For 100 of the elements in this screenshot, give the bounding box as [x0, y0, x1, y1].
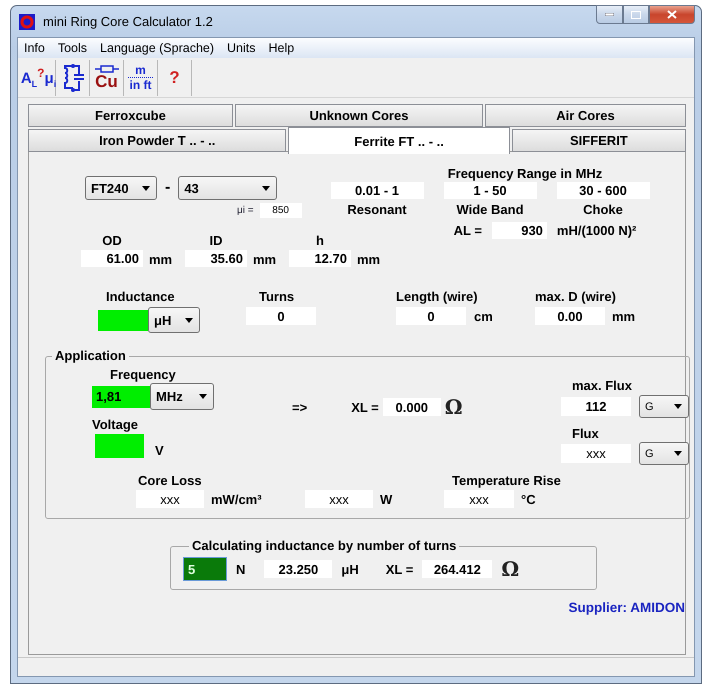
unit-label: μH	[341, 562, 359, 576]
inductance-field[interactable]	[98, 310, 148, 330]
frequency-range-field: 0.01 - 1	[330, 182, 424, 199]
wire-length-field: 0	[396, 307, 466, 325]
unit-label: W	[380, 492, 392, 506]
caret-icon	[674, 404, 682, 409]
close-icon	[667, 10, 677, 19]
wire-length-label: Length (wire)	[396, 289, 478, 304]
al-mu-tool-button[interactable]: A$_{L}$$^{?}$μ$_{i}$	[22, 60, 56, 96]
minimize-icon	[605, 13, 614, 16]
frequency-range-field: 1 - 50	[444, 182, 536, 199]
mu-value-field: 850	[260, 203, 302, 218]
dimension-label: ID	[210, 233, 222, 248]
unit-label: mm	[149, 252, 172, 267]
resistor-icon	[94, 65, 118, 73]
dotted-line-icon	[128, 76, 154, 79]
close-button[interactable]	[649, 5, 695, 24]
material-dropdown[interactable]: 43	[178, 176, 278, 200]
unit-label: V	[155, 443, 164, 458]
dimension-field: 61.00	[81, 250, 143, 267]
frequency-unit-dropdown[interactable]: MHz	[150, 383, 214, 410]
xl-result-field: 264.412	[422, 560, 492, 578]
temperature-rise-label: Temperature Rise	[452, 473, 561, 488]
tab[interactable]: Ferroxcube	[28, 104, 233, 127]
caret-icon	[142, 186, 150, 190]
al-label: AL =	[454, 223, 482, 238]
max-flux-label: max. Flux	[572, 378, 632, 393]
menu-item[interactable]: Tools	[58, 41, 88, 55]
turns-label: Turns	[259, 289, 294, 304]
wire-diameter-label: max. D (wire)	[535, 289, 616, 304]
unit-label: cm	[474, 308, 493, 324]
turns-calculation-title: Calculating inductance by number of turns	[192, 538, 456, 553]
flux-unit-dropdown[interactable]: G	[639, 395, 689, 418]
ohm-symbol: Ω	[501, 559, 520, 579]
frequency-label: Frequency	[110, 367, 176, 382]
frequency-range-title: Frequency Range in MHz	[448, 166, 602, 181]
menu-item[interactable]: Language (Sprache)	[100, 41, 214, 55]
help-button[interactable]: ?	[158, 60, 192, 96]
turns-field: 0	[246, 307, 316, 325]
caret-icon	[262, 186, 270, 190]
arrow-text: =>	[292, 400, 308, 414]
copper-wire-tool-button[interactable]: Cu	[90, 60, 124, 96]
maximize-button[interactable]	[623, 5, 649, 24]
turns-unit-label: N	[236, 562, 246, 576]
window-title: mini Ring Core Calculator 1.2	[43, 14, 213, 29]
dimension-label: OD	[102, 233, 122, 248]
xl-label: XL =	[351, 400, 379, 414]
xl-label: XL =	[386, 562, 414, 576]
caret-icon	[674, 451, 682, 456]
tab[interactable]: Iron Powder T .. - ..	[28, 129, 286, 152]
flux-field: xxx	[561, 444, 631, 463]
unit-conversion-button[interactable]: m in ft	[124, 60, 158, 96]
caret-icon	[199, 394, 207, 399]
temperature-field: xxx	[444, 490, 514, 508]
inductance-label: Inductance	[106, 289, 175, 304]
tab[interactable]: Air Cores	[485, 104, 686, 127]
band-label: Resonant	[347, 202, 407, 217]
tab[interactable]: Unknown Cores	[234, 104, 484, 127]
band-label: Wide Band	[456, 202, 524, 217]
core-loss-field: xxx	[305, 490, 373, 508]
band-label: Choke	[583, 202, 623, 217]
turns-input-field[interactable]: 5	[183, 557, 227, 581]
voltage-field[interactable]	[95, 434, 144, 458]
frequency-range-field: 30 - 600	[556, 182, 650, 199]
caret-icon	[185, 318, 193, 322]
voltage-label: Voltage	[92, 417, 138, 432]
application-title: Application	[55, 348, 126, 363]
max-flux-field: 112	[561, 397, 631, 416]
unit-label: mW/cm³	[211, 492, 262, 506]
core-type-dropdown[interactable]: FT240	[85, 176, 157, 200]
separator-text: -	[165, 179, 170, 197]
mu-label: μi =	[237, 205, 254, 216]
maximize-icon	[631, 10, 641, 18]
xl-value-field: 0.000	[382, 398, 441, 416]
inductance-result-field: 23.250	[264, 560, 332, 578]
ring-core-app-icon	[19, 14, 35, 30]
minimize-button[interactable]	[596, 5, 623, 24]
menu-item[interactable]: Info	[24, 41, 45, 55]
inductance-unit-dropdown[interactable]: μH	[148, 307, 200, 333]
unit-label: °C	[521, 492, 536, 506]
flux-label: Flux	[572, 426, 599, 441]
core-loss-label: Core Loss	[138, 473, 202, 488]
supplier-text: Supplier: AMIDON	[568, 600, 685, 615]
tab[interactable]: Ferrite FT .. - ..	[288, 127, 510, 154]
core-loss-field: xxx	[136, 490, 204, 508]
tab[interactable]: SIFFERIT	[512, 129, 686, 152]
dimension-field: 12.70	[289, 250, 351, 267]
wire-diameter-field: 0.00	[535, 307, 605, 325]
unit-label: mm	[612, 308, 636, 324]
flux-unit-dropdown[interactable]: G	[639, 442, 689, 465]
al-value-field: 930	[492, 222, 547, 239]
al-unit-label: mH/(1000 N)²	[556, 223, 636, 238]
ohm-symbol: Ω	[444, 397, 463, 417]
unit-label: mm	[357, 252, 380, 267]
frequency-field[interactable]: 1,81	[92, 386, 150, 408]
dimension-field: 35.60	[185, 250, 247, 267]
menu-item[interactable]: Help	[268, 41, 294, 55]
unit-label: mm	[253, 252, 276, 267]
menu-item[interactable]: Units	[227, 41, 256, 55]
dimension-label: h	[316, 233, 324, 248]
